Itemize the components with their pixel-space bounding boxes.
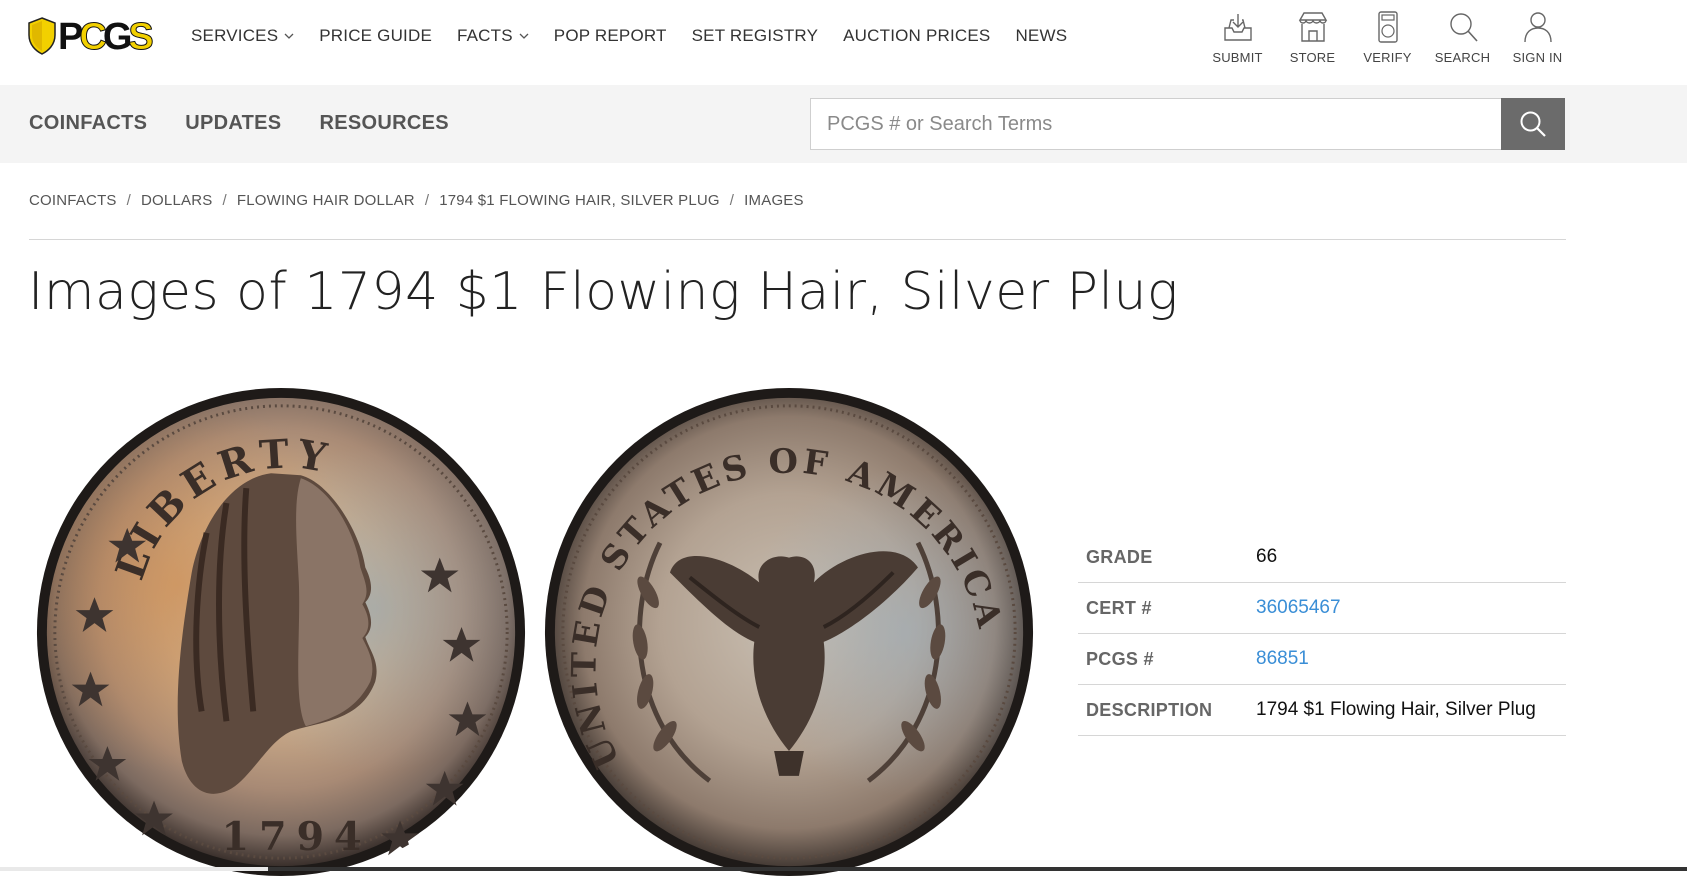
- store-button[interactable]: STORE: [1275, 10, 1350, 65]
- subnav-coinfacts[interactable]: COINFACTS: [29, 112, 147, 135]
- header-tools: SUBMIT STORE VERIFY SEARCH SIGN IN: [1200, 10, 1575, 65]
- subnav-updates[interactable]: UPDATES: [185, 112, 281, 135]
- user-icon: [1523, 12, 1552, 43]
- breadcrumb-coin[interactable]: 1794 $1 FLOWING HAIR, SILVER PLUG: [439, 192, 720, 209]
- store-label: STORE: [1289, 50, 1336, 65]
- coinfacts-nav: COINFACTS UPDATES RESOURCES: [29, 112, 487, 135]
- submit-label: SUBMIT: [1212, 50, 1263, 65]
- pcgs-label: PCGS #: [1086, 648, 1154, 669]
- nav-news[interactable]: NEWS: [1015, 26, 1067, 46]
- cert-link[interactable]: 36065467: [1248, 583, 1566, 634]
- page-bottom-edge: [0, 867, 1687, 871]
- nav-set-registry[interactable]: SET REGISTRY: [692, 26, 818, 46]
- cert-label: CERT #: [1086, 597, 1152, 618]
- search-input[interactable]: [810, 98, 1501, 150]
- breadcrumb-coinfacts[interactable]: COINFACTS: [29, 192, 117, 209]
- coin-reverse-image[interactable]: UNITED STATES OF AMERICA: [541, 384, 1037, 880]
- description-label: DESCRIPTION: [1086, 699, 1213, 720]
- coin-details-table: GRADE 66 CERT # 36065467 PCGS # 86851 DE…: [1078, 532, 1566, 736]
- nav-services-label: SERVICES: [191, 26, 279, 45]
- obverse-date: 1794: [221, 814, 371, 860]
- details-row-grade: GRADE 66: [1078, 532, 1566, 583]
- description-value: 1794 $1 Flowing Hair, Silver Plug: [1256, 699, 1536, 720]
- breadcrumb-separator: /: [424, 192, 430, 209]
- nav-facts[interactable]: FACTS: [457, 26, 529, 46]
- breadcrumb-separator: /: [126, 192, 132, 209]
- nav-services[interactable]: SERVICES: [191, 26, 294, 46]
- nav-news-label: NEWS: [1015, 26, 1068, 45]
- submit-tray-icon: [1223, 14, 1252, 41]
- sign-in-button[interactable]: SIGN IN: [1500, 10, 1575, 65]
- search-label: SEARCH: [1434, 50, 1491, 65]
- breadcrumb-flowing-hair-dollar[interactable]: FLOWING HAIR DOLLAR: [237, 192, 415, 209]
- search-icon: [1520, 111, 1546, 137]
- subnav-resources[interactable]: RESOURCES: [319, 112, 448, 135]
- nav-pop-report-label: POP REPORT: [553, 26, 667, 45]
- search-icon: [1449, 13, 1478, 42]
- verify-slab-icon: [1377, 11, 1398, 43]
- pcgs-logo[interactable]: PCGS: [28, 16, 154, 58]
- breadcrumb-images: IMAGES: [744, 192, 804, 209]
- nav-facts-label: FACTS: [456, 26, 513, 45]
- site-header: PCGS SERVICES PRICE GUIDE FACTS POP REPO…: [0, 0, 1687, 85]
- search-submit-button[interactable]: [1501, 98, 1565, 150]
- grade-value: 66: [1256, 546, 1278, 567]
- coinfacts-subbar: COINFACTS UPDATES RESOURCES: [0, 85, 1687, 163]
- store-icon: [1298, 12, 1327, 42]
- shield-logo-icon: [28, 17, 56, 55]
- verify-label: VERIFY: [1363, 50, 1412, 65]
- details-row-cert: CERT # 36065467: [1078, 583, 1566, 634]
- coin-obverse-image[interactable]: LIBERTY 1794: [33, 384, 529, 880]
- details-row-description: DESCRIPTION 1794 $1 Flowing Hair, Silver…: [1078, 685, 1566, 736]
- coinfacts-search: [810, 98, 1565, 150]
- nav-pop-report[interactable]: POP REPORT: [554, 26, 667, 46]
- nav-set-registry-label: SET REGISTRY: [691, 26, 819, 45]
- logo-wordmark: PCGS: [58, 16, 154, 58]
- breadcrumb-dollars[interactable]: DOLLARS: [141, 192, 212, 209]
- verify-button[interactable]: VERIFY: [1350, 10, 1425, 65]
- nav-price-guide-label: PRICE GUIDE: [319, 26, 432, 45]
- submit-button[interactable]: SUBMIT: [1200, 10, 1275, 65]
- divider: [29, 239, 1566, 240]
- pcgs-number-link[interactable]: 86851: [1248, 634, 1566, 685]
- nav-price-guide[interactable]: PRICE GUIDE: [319, 26, 432, 46]
- sign-in-label: SIGN IN: [1512, 50, 1563, 65]
- breadcrumb-separator: /: [729, 192, 735, 209]
- nav-auction-prices-label: AUCTION PRICES: [843, 26, 991, 45]
- breadcrumb-separator: /: [222, 192, 227, 209]
- chevron-down-icon: [519, 33, 529, 39]
- chevron-down-icon: [284, 33, 294, 39]
- search-tool-button[interactable]: SEARCH: [1425, 10, 1500, 65]
- grade-label: GRADE: [1086, 546, 1153, 567]
- details-row-pcgs: PCGS # 86851: [1078, 634, 1566, 685]
- breadcrumb: COINFACTS / DOLLARS / FLOWING HAIR DOLLA…: [29, 192, 804, 209]
- page-title: Images of 1794 $1 Flowing Hair, Silver P…: [28, 262, 1179, 322]
- main-nav: SERVICES PRICE GUIDE FACTS POP REPORT SE…: [191, 26, 1092, 46]
- nav-auction-prices[interactable]: AUCTION PRICES: [843, 26, 990, 46]
